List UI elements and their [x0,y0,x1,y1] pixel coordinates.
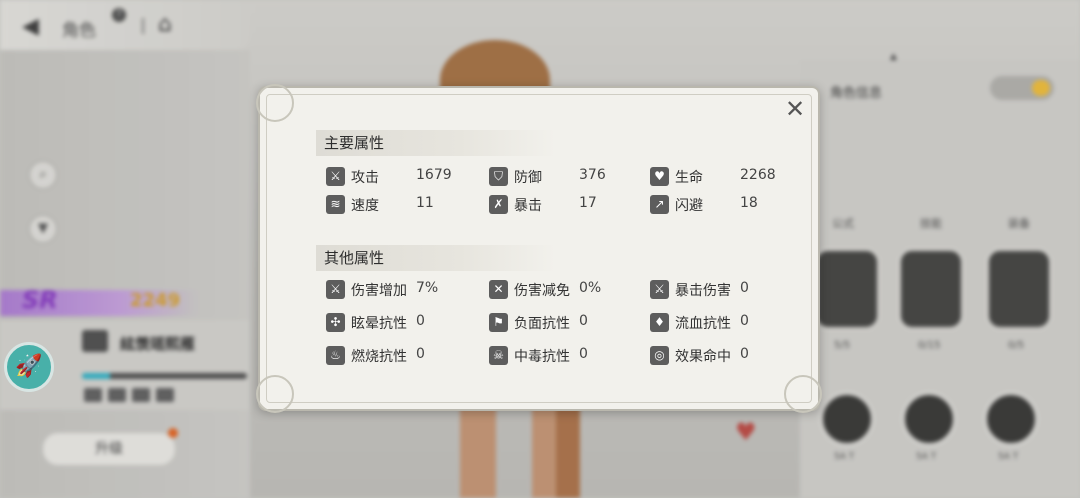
attribute-value: 0 [579,313,588,329]
attribute-name: 效果命中 [675,349,731,365]
attribute-item: ✣ 眩晕抗性 0 [326,312,486,334]
other-attributes-title: 其他属性 [316,245,556,271]
attribute-name: 防御 [514,170,542,186]
attribute-item: ♥ 生命 2268 [650,166,810,188]
attribute-value: 7% [416,280,439,296]
sword-icon: ⚔ [326,167,345,186]
wind-icon: ≋ [326,195,345,214]
attribute-value: 0 [579,346,588,362]
close-icon[interactable]: ✕ [774,88,816,130]
attribute-value: 17 [579,195,597,211]
attribute-value: 376 [579,167,606,183]
poison-skull-icon: ☠ [489,346,508,365]
attribute-name: 燃烧抗性 [351,349,407,365]
attribute-item: ⚑ 负面抗性 0 [489,312,649,334]
attribute-item: ⚔ 暴击伤害 0 [650,279,810,301]
attribute-item: ⚔ 攻击 1679 [326,166,486,188]
attribute-value: 2268 [740,167,776,183]
attribute-name: 负面抗性 [514,316,570,332]
damage-reduce-icon: ✕ [489,280,508,299]
attribute-value: 0% [579,280,602,296]
attribute-item: ✗ 暴击 17 [489,194,649,216]
corner-ornament [256,375,294,413]
attribute-value: 0 [740,346,749,362]
attribute-item: ☠ 中毒抗性 0 [489,345,649,367]
attribute-name: 速度 [351,198,379,214]
attribute-item: ♦ 流血抗性 0 [650,312,810,334]
attribute-name: 生命 [675,170,703,186]
effect-hit-icon: ◎ [650,346,669,365]
attribute-item: ↗ 闪避 18 [650,194,810,216]
attribute-name: 眩晕抗性 [351,316,407,332]
main-attributes-title: 主要属性 [316,130,556,156]
attribute-value: 18 [740,195,758,211]
attributes-dialog: ✕ 主要属性 ⚔ 攻击 1679 ⛉ 防御 376 ♥ 生命 2268 ≋ 速度 11 ✗ 暴击 17 ↗ 闪避… [256,84,822,413]
attribute-value: 0 [740,313,749,329]
attribute-value: 0 [416,313,425,329]
attribute-item: ⚔ 伤害增加 7% [326,279,486,301]
crit-damage-icon: ⚔ [650,280,669,299]
attribute-item: ⛉ 防御 376 [489,166,649,188]
attribute-item: ✕ 伤害减免 0% [489,279,649,301]
damage-up-icon: ⚔ [326,280,345,299]
attribute-value: 0 [740,280,749,296]
dodge-runner-icon: ↗ [650,195,669,214]
attribute-value: 11 [416,195,434,211]
attribute-name: 伤害减免 [514,283,570,299]
attribute-item: ◎ 效果命中 0 [650,345,810,367]
attribute-value: 0 [416,346,425,362]
shield-icon: ⛉ [489,167,508,186]
attribute-name: 伤害增加 [351,283,407,299]
attribute-name: 流血抗性 [675,316,731,332]
attribute-item: ♨ 燃烧抗性 0 [326,345,486,367]
attribute-name: 中毒抗性 [514,349,570,365]
attribute-name: 暴击伤害 [675,283,731,299]
attribute-name: 闪避 [675,198,703,214]
attribute-name: 暴击 [514,198,542,214]
crit-sword-icon: ✗ [489,195,508,214]
attribute-name: 攻击 [351,170,379,186]
bleed-resist-icon: ♦ [650,313,669,332]
attribute-value: 1679 [416,167,452,183]
heart-icon: ♥ [650,167,669,186]
stun-resist-icon: ✣ [326,313,345,332]
corner-ornament [784,375,822,413]
debuff-resist-icon: ⚑ [489,313,508,332]
burn-resist-icon: ♨ [326,346,345,365]
corner-ornament [256,84,294,122]
attribute-item: ≋ 速度 11 [326,194,486,216]
